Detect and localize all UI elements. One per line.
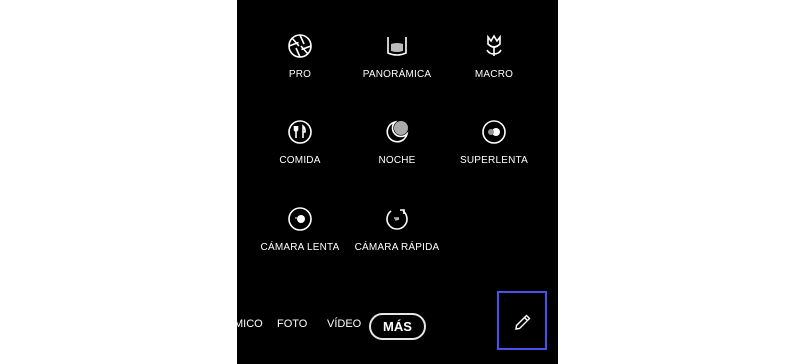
mode-label: MACRO bbox=[474, 69, 514, 80]
mode-label: PANORÁMICA bbox=[362, 69, 432, 80]
edit-modes-button[interactable] bbox=[497, 291, 547, 350]
mode-camara-lenta[interactable]: CÁMARA LENTA bbox=[250, 206, 350, 253]
tab-dinamico[interactable]: MICO bbox=[237, 318, 263, 330]
slow-motion-icon bbox=[288, 207, 312, 231]
mode-noche[interactable]: NOCHE bbox=[347, 119, 447, 166]
mode-superlenta[interactable]: SUPERLENTA bbox=[444, 119, 544, 166]
mode-camara-rapida[interactable]: CÁMARA RÁPIDA bbox=[347, 206, 447, 253]
moon-icon bbox=[386, 120, 409, 143]
mode-pro[interactable]: PRO bbox=[250, 33, 350, 80]
fork-knife-icon bbox=[288, 120, 312, 144]
mode-label: COMIDA bbox=[279, 155, 321, 166]
mode-label: NOCHE bbox=[378, 155, 416, 166]
mode-panoramica[interactable]: PANORÁMICA bbox=[347, 33, 447, 80]
mode-macro[interactable]: MACRO bbox=[444, 33, 544, 80]
tab-foto[interactable]: FOTO bbox=[277, 318, 307, 330]
mode-label: PRO bbox=[288, 69, 312, 80]
hyperlapse-icon bbox=[386, 209, 408, 230]
tab-mas[interactable]: MÁS bbox=[369, 313, 426, 340]
mode-label: CÁMARA LENTA bbox=[260, 242, 340, 253]
tab-video[interactable]: VÍDEO bbox=[327, 318, 361, 330]
aperture-icon bbox=[288, 34, 312, 58]
super-slow-icon bbox=[482, 120, 506, 144]
mode-label: SUPERLENTA bbox=[460, 155, 528, 166]
pencil-icon bbox=[515, 314, 531, 330]
flower-icon bbox=[486, 34, 502, 56]
mode-label: CÁMARA RÁPIDA bbox=[354, 242, 440, 253]
mode-comida[interactable]: COMIDA bbox=[250, 119, 350, 166]
panorama-icon bbox=[387, 37, 407, 56]
